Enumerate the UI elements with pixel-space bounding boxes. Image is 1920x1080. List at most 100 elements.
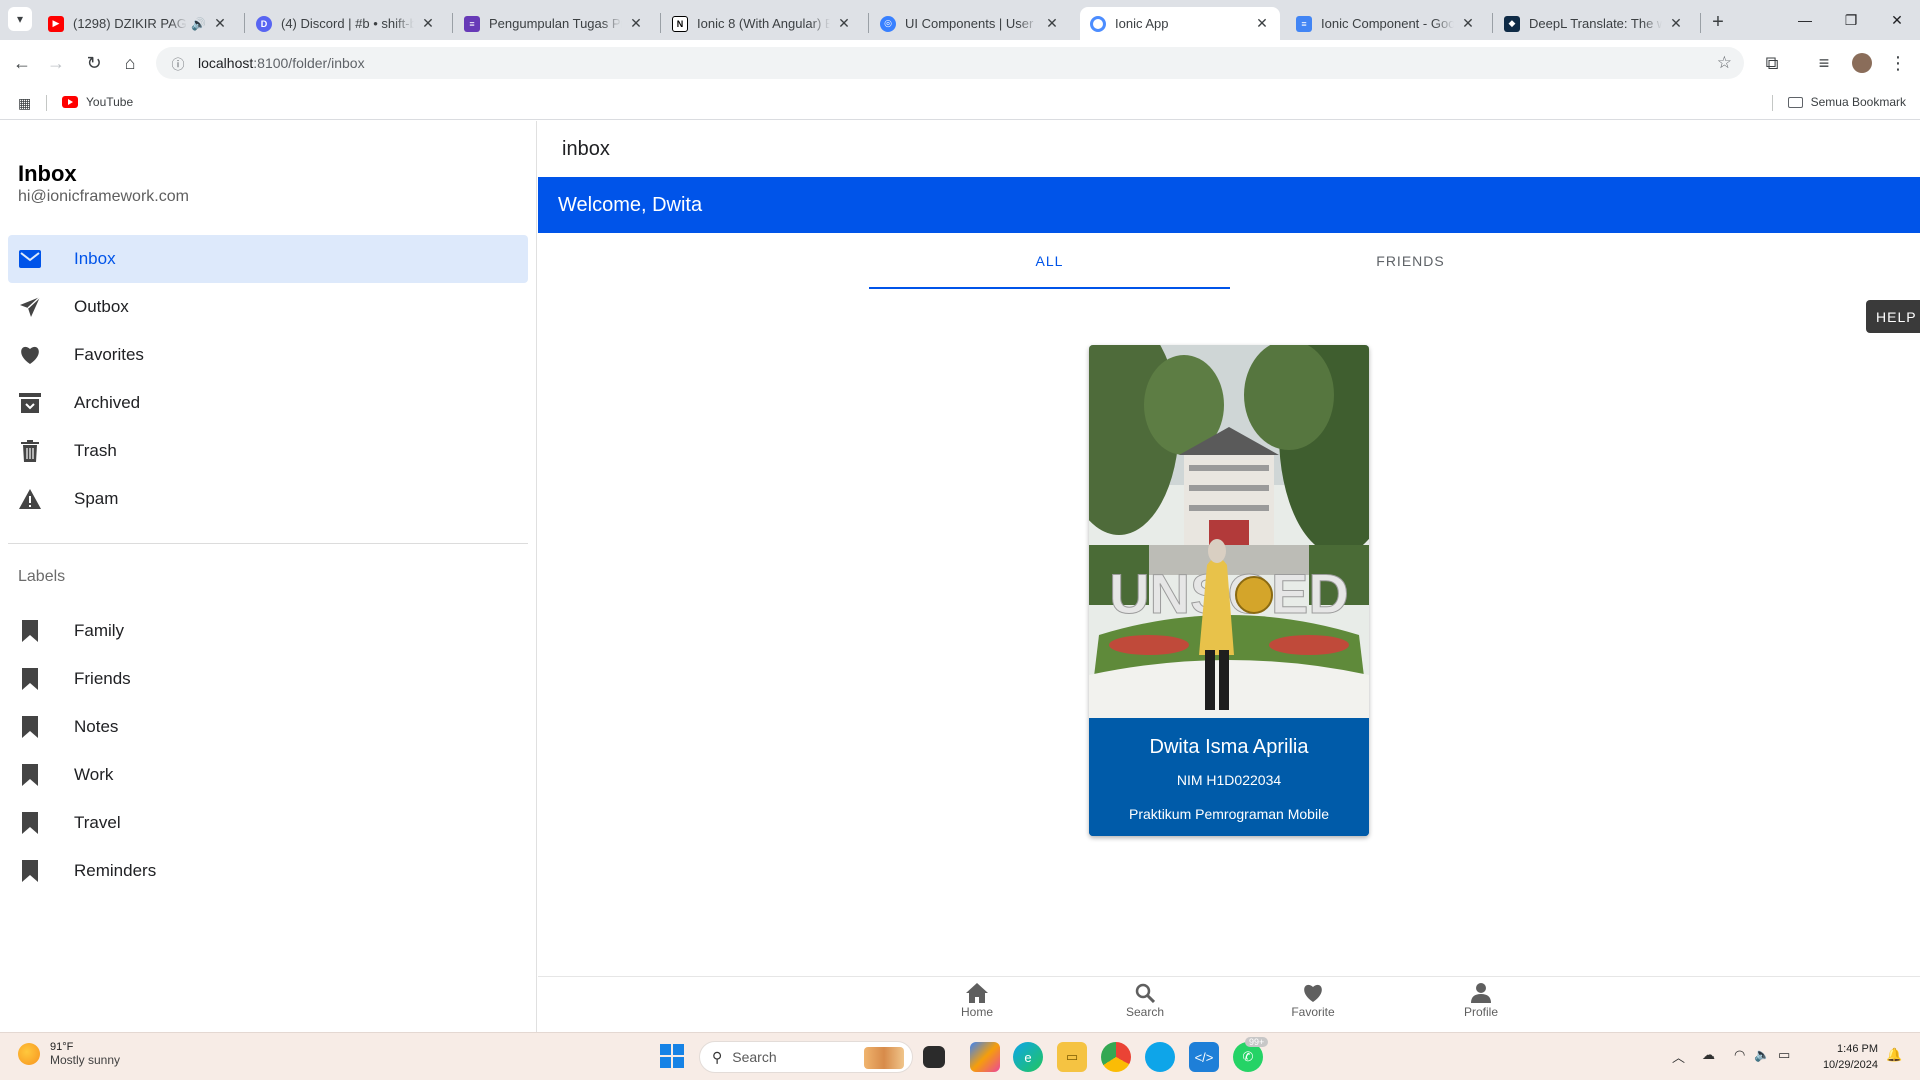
file-explorer-icon[interactable]: ▭	[1057, 1042, 1087, 1072]
wifi-icon[interactable]: ◠	[1734, 1047, 1745, 1063]
menu-item-label: Favorites	[74, 345, 144, 364]
notification-bell-icon[interactable]: 🔔	[1886, 1047, 1902, 1063]
browser-app-icon[interactable]	[1145, 1042, 1175, 1072]
show-hidden-icons-icon[interactable]: ︿	[1672, 1047, 1685, 1066]
main-content: inbox Welcome, Dwita ALL FRIENDS HELP ?	[538, 121, 1920, 1032]
page-header: inbox	[538, 121, 1920, 177]
label-item-text: Family	[74, 621, 125, 640]
task-view-icon[interactable]	[923, 1046, 945, 1068]
browser-tab[interactable]: ◎ UI Components | User Int ✕	[870, 7, 1070, 40]
close-window-icon[interactable]: ✕	[1874, 0, 1920, 40]
close-tab-icon[interactable]: ✕	[420, 15, 436, 32]
close-tab-icon[interactable]: ✕	[836, 15, 852, 32]
home-icon	[966, 983, 988, 1003]
menu-item-outbox[interactable]: Outbox	[8, 283, 528, 331]
tab-search-icon[interactable]: ▾	[8, 7, 32, 31]
label-item-text: Travel	[74, 813, 121, 832]
restore-icon[interactable]: ❐	[1828, 0, 1874, 40]
chrome-menu-icon[interactable]: ⋮	[1882, 47, 1914, 79]
windows-start-icon[interactable]	[660, 1044, 684, 1068]
close-tab-icon[interactable]: ✕	[1254, 15, 1270, 32]
segment-all[interactable]: ALL	[869, 233, 1230, 289]
menu-item-archived[interactable]: Archived	[8, 379, 528, 427]
browser-tab-active[interactable]: Ionic App ✕	[1080, 7, 1280, 40]
search-icon: ⚲	[712, 1048, 723, 1065]
label-item-reminders[interactable]: Reminders	[8, 847, 528, 895]
tab-profile[interactable]: Profile	[1431, 983, 1531, 1027]
paper-plane-icon	[18, 295, 42, 319]
copilot-icon[interactable]	[970, 1042, 1000, 1072]
menu-item-trash[interactable]: Trash	[8, 427, 528, 475]
forward-icon[interactable]: →	[40, 47, 72, 79]
address-bar[interactable]: ⓘ localhost:8100/folder/inbox ☆	[156, 47, 1744, 79]
new-tab-icon[interactable]: +	[1704, 8, 1732, 36]
all-bookmarks-button[interactable]: Semua Bookmark	[1787, 95, 1906, 109]
menu-item-label: Archived	[74, 393, 141, 412]
minimize-icon[interactable]: —	[1782, 0, 1828, 40]
bookmarks-bar: ▦ YouTube Semua Bookmark	[0, 86, 1920, 120]
close-tab-icon[interactable]: ✕	[628, 15, 644, 32]
menu-item-inbox[interactable]: Inbox	[8, 235, 528, 283]
browser-tab[interactable]: N Ionic 8 (With Angular) Ba ✕	[662, 7, 862, 40]
chrome-icon[interactable]	[1101, 1042, 1131, 1072]
vscode-icon[interactable]: </>	[1189, 1042, 1219, 1072]
windows-taskbar: 91°F Mostly sunny ⚲ Search e ▭ </> ✆ 99+…	[0, 1032, 1920, 1080]
label-item-work[interactable]: Work	[8, 751, 528, 799]
close-tab-icon[interactable]: ✕	[1044, 15, 1060, 32]
bookmark-star-icon[interactable]: ☆	[1717, 53, 1732, 73]
extensions-icon[interactable]: ⧉	[1756, 47, 1788, 79]
label-item-family[interactable]: Family	[8, 607, 528, 655]
apps-grid-icon[interactable]: ▦	[18, 95, 31, 112]
onedrive-icon[interactable]: ☁	[1702, 1047, 1715, 1063]
browser-tab[interactable]: D (4) Discord | #b • shift-b ✕	[246, 7, 446, 40]
clock-time: 1:46 PM	[1837, 1043, 1878, 1055]
menu-item-spam[interactable]: Spam	[8, 475, 528, 523]
close-tab-icon[interactable]: ✕	[212, 15, 228, 32]
browser-tab[interactable]: ≡ Ionic Component - Googl ✕	[1286, 7, 1486, 40]
tab-favorite[interactable]: Favorite	[1263, 983, 1363, 1027]
browser-tab[interactable]: ▶ (1298) DZIKIR PAGI di 🔊 ✕	[38, 7, 238, 40]
reload-icon[interactable]: ↻	[78, 47, 110, 79]
docs-favicon-icon: ≡	[1296, 15, 1312, 32]
home-icon[interactable]: ⌂	[114, 47, 146, 79]
back-icon[interactable]: ←	[6, 47, 38, 79]
bookmark-icon	[18, 619, 42, 643]
media-control-icon[interactable]: ≡	[1808, 47, 1840, 79]
label-item-notes[interactable]: Notes	[8, 703, 528, 751]
audio-playing-icon[interactable]: 🔊	[191, 17, 206, 31]
profile-card: UNSOED Dwita Isma Aprilia NIM H1D022034 …	[1089, 345, 1369, 836]
edge-icon[interactable]: e	[1013, 1042, 1043, 1072]
taskbar-search[interactable]: ⚲ Search	[699, 1041, 913, 1073]
archive-icon	[18, 391, 42, 415]
search-highlight-image	[864, 1047, 904, 1069]
help-button[interactable]: HELP ?	[1866, 300, 1920, 333]
site-info-icon[interactable]: ⓘ	[162, 54, 194, 73]
battery-icon[interactable]: ▭	[1778, 1047, 1790, 1063]
volume-icon[interactable]: 🔈	[1754, 1047, 1770, 1063]
close-tab-icon[interactable]: ✕	[1460, 15, 1476, 32]
browser-toolbar: ← → ↻ ⌂ ⓘ localhost:8100/folder/inbox ☆ …	[0, 40, 1920, 86]
tab-separator	[660, 13, 661, 33]
segment-friends[interactable]: FRIENDS	[1230, 233, 1591, 289]
tab-home[interactable]: Home	[927, 983, 1027, 1027]
bookmark-youtube[interactable]: YouTube	[62, 95, 133, 109]
tab-label: Favorite	[1291, 1005, 1335, 1019]
search-icon	[1135, 983, 1155, 1003]
label-item-friends[interactable]: Friends	[8, 655, 528, 703]
bookmark-separator	[46, 95, 47, 111]
tab-separator	[868, 13, 869, 33]
side-menu: Inbox hi@ionicframework.com Inbox Outbox…	[0, 121, 537, 1032]
bookmark-label: YouTube	[86, 95, 134, 109]
profile-avatar[interactable]	[1846, 47, 1878, 79]
close-tab-icon[interactable]: ✕	[1668, 15, 1684, 32]
browser-tab[interactable]: ≡ Pengumpulan Tugas Prak ✕	[454, 7, 654, 40]
browser-tab[interactable]: ◆ DeepL Translate: The wor ✕	[1494, 7, 1694, 40]
clock-date: 10/29/2024	[1822, 1059, 1878, 1071]
label-item-travel[interactable]: Travel	[8, 799, 528, 847]
welcome-toolbar: Welcome, Dwita	[538, 177, 1920, 233]
menu-item-favorites[interactable]: Favorites	[8, 331, 528, 379]
weather-widget[interactable]: 91°F Mostly sunny	[18, 1041, 120, 1067]
bookmark-separator	[1772, 95, 1773, 111]
tab-search[interactable]: Search	[1095, 983, 1195, 1027]
taskbar-clock[interactable]: 1:46 PM 10/29/2024	[1808, 1041, 1878, 1073]
